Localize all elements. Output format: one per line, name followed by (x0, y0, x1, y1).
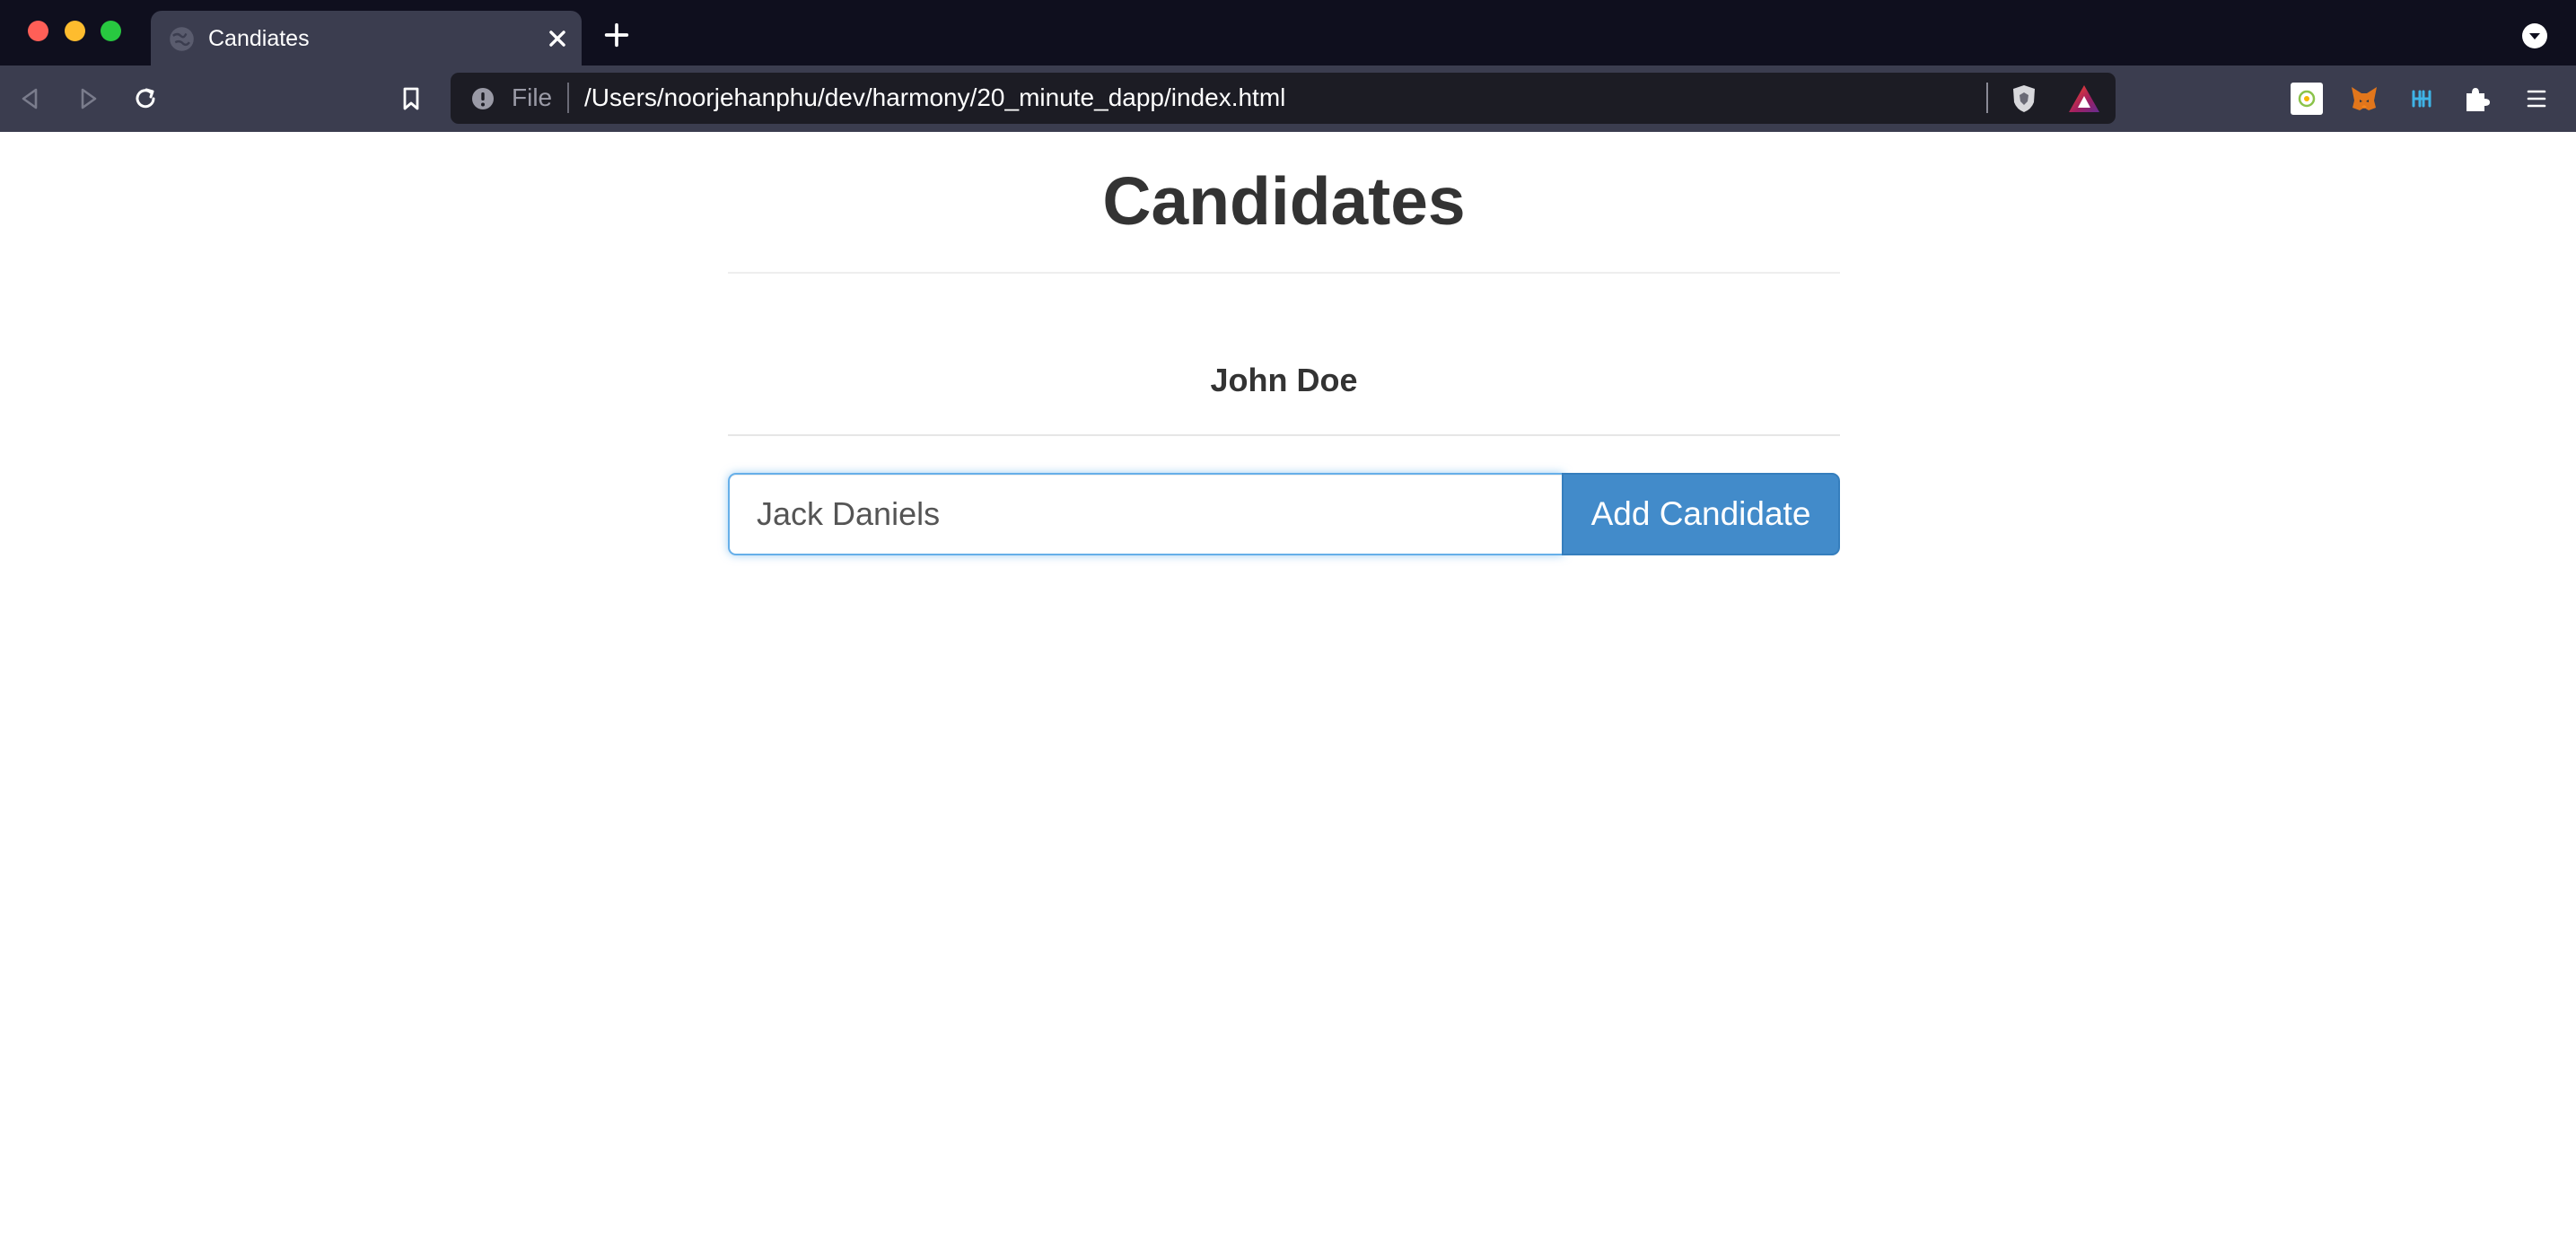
candidate-list-divider (728, 434, 1840, 436)
page-title: Candidates (1102, 163, 1466, 239)
url-path[interactable]: /Users/noorjehanphu/dev/harmony/20_minut… (584, 83, 1285, 113)
brave-shield-icon[interactable] (2008, 83, 2040, 115)
forward-arrow-icon[interactable] (70, 81, 106, 117)
bookmark-icon[interactable] (393, 81, 429, 117)
tab-active[interactable]: Candiates (151, 11, 582, 66)
url-divider-right (1986, 83, 1988, 113)
minimize-window-button[interactable] (65, 21, 85, 41)
browser-tabstrip: Candiates (0, 0, 2576, 66)
close-icon[interactable] (542, 23, 573, 54)
menu-icon[interactable] (2520, 83, 2553, 115)
brave-rewards-icon[interactable] (2067, 83, 2101, 114)
url-divider (567, 83, 569, 113)
title-divider (728, 272, 1840, 274)
chevron-down-icon (2529, 33, 2540, 39)
add-candidate-form: Add Candidate (728, 473, 1840, 555)
reload-icon[interactable] (127, 81, 163, 117)
candidate-list-item: John Doe (1210, 362, 1358, 398)
back-arrow-icon[interactable] (13, 81, 48, 117)
address-bar[interactable]: File /Users/noorjehanphu/dev/harmony/20_… (451, 73, 2116, 124)
harmony-icon[interactable] (2405, 83, 2438, 115)
page-content: Candidates John Doe Add Candidate (0, 132, 2576, 1249)
tab-title: Candiates (208, 26, 310, 51)
plus-icon[interactable] (601, 20, 632, 50)
puzzle-icon[interactable] (2461, 83, 2493, 115)
tab-search-button[interactable] (2522, 23, 2547, 48)
extension-icon (2298, 90, 2316, 108)
candidate-name-input[interactable] (728, 473, 1564, 555)
close-window-button[interactable] (28, 21, 48, 41)
add-candidate-button[interactable]: Add Candidate (1562, 473, 1840, 555)
url-scheme: File (512, 83, 553, 111)
browser-toolbar: File /Users/noorjehanphu/dev/harmony/20_… (0, 66, 2576, 132)
info-icon[interactable] (470, 86, 495, 111)
zoom-window-button[interactable] (101, 21, 121, 41)
metamask-fox-icon[interactable] (2348, 83, 2380, 115)
globe-favicon-icon (170, 27, 194, 51)
extension-icon[interactable] (2291, 83, 2323, 115)
